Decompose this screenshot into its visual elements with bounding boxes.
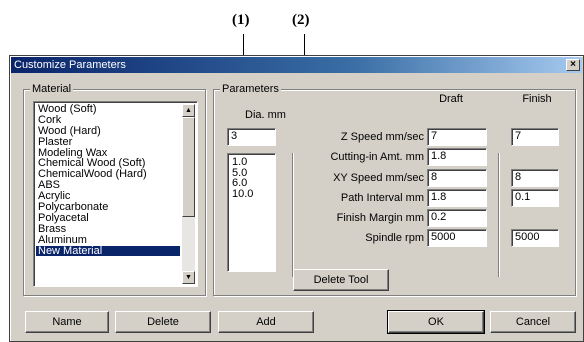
finish-header: Finish [522,93,552,105]
draft-input[interactable]: 8 [427,169,487,187]
add-button[interactable]: Add [218,311,314,333]
parameters-divider-left [292,153,294,277]
material-legend: Material [30,82,74,96]
finish-input[interactable]: 0.1 [511,189,559,207]
scroll-thumb[interactable] [182,117,195,217]
parameter-label: Path Interval mm [340,192,424,204]
tool-list-item[interactable]: 6.0 [230,178,273,189]
draft-input[interactable]: 1.8 [427,148,487,166]
finish-input[interactable]: 5000 [511,229,559,247]
delete-button[interactable]: Delete [115,311,211,333]
dia-input[interactable]: 3 [227,128,276,146]
tool-list: 1.0 5.0 6.0 10.0 [230,157,273,199]
cancel-button[interactable]: Cancel [490,311,576,333]
material-group: Material Wood (Soft) Cork Wood (Hard) Plast… [23,82,206,296]
customize-parameters-dialog: Customize Parameters × Material Wood (So… [9,55,584,342]
draft-input[interactable]: 1.8 [427,189,487,207]
material-list: Wood (Soft) Cork Wood (Hard) Plaster Modelin… [36,104,180,257]
material-list-item[interactable]: Plaster [36,136,180,148]
parameter-label: Z Speed mm/sec [340,131,424,143]
parameter-label: Finish Margin mm [336,212,424,224]
draft-input[interactable]: 5000 [427,229,487,247]
draft-input[interactable]: 0.2 [427,209,487,227]
callout-2: (2) [292,12,310,28]
parameter-label: Spindle rpm [365,232,424,244]
scroll-up-icon[interactable]: ▲ [182,104,195,117]
parameter-label: Cutting-in Amt. mm [330,151,424,163]
draft-header: Draft [439,93,463,105]
name-button[interactable]: Name [25,311,109,333]
tool-list-item[interactable]: 10.0 [230,188,273,200]
dia-label: Dia. mm [245,109,286,121]
callout-1: (1) [232,12,250,28]
ok-button[interactable]: OK [387,310,485,334]
material-list-item[interactable]: New Material [36,245,180,257]
material-scrollbar[interactable]: ▲ ▼ [182,104,195,284]
draft-input[interactable]: 7 [427,128,487,146]
parameters-divider-right [498,153,500,277]
parameter-label: XY Speed mm/sec [333,172,424,184]
delete-tool-button[interactable]: Delete Tool [293,269,389,291]
tool-list-item[interactable]: 1.0 [230,157,273,168]
finish-input[interactable]: 7 [511,128,559,146]
parameters-group: Parameters Dia. mm 3 1.0 5.0 6.0 10.0 Draft… [213,82,576,296]
window-title: Customize Parameters [14,59,126,71]
close-icon[interactable]: × [566,59,580,71]
parameters-legend: Parameters [220,82,281,96]
tool-diameter-list[interactable]: 1.0 5.0 6.0 10.0 [227,153,276,272]
finish-input[interactable]: 8 [511,169,559,187]
material-list-item[interactable]: Aluminum [36,234,180,246]
scroll-down-icon[interactable]: ▼ [182,271,195,284]
material-listbox[interactable]: Wood (Soft) Cork Wood (Hard) Plaster Modelin… [33,101,198,287]
title-bar: Customize Parameters × [11,57,582,73]
